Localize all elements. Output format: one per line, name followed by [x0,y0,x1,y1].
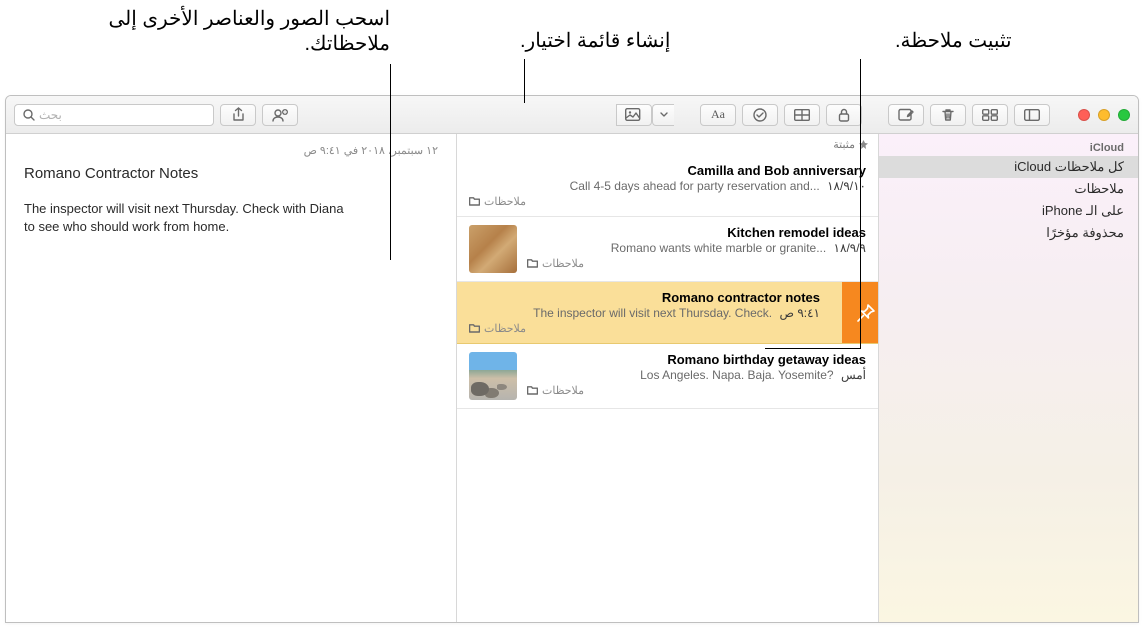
folder-icon [469,324,480,333]
note-title: Kitchen remodel ideas [527,225,866,240]
note-row[interactable]: Romano birthday getaway ideas أمس Los An… [457,344,878,409]
callout-checklist-line [524,59,525,103]
search-field[interactable]: بحث [14,104,214,126]
note-timestamp: ١٢ سبتمبر، ٢٠١٨ في ٩:٤١ ص [24,144,438,157]
media-group [616,104,674,126]
callout-drag-line [390,64,391,260]
callouts-layer: اسحب الصور والعناصر الأخرى إلى ملاحظاتك.… [0,0,1144,95]
note-thumbnail [469,352,517,400]
folder-icon [527,386,538,395]
add-media-button[interactable] [616,104,652,126]
search-placeholder: بحث [39,108,62,122]
callout-pin-line [860,59,861,349]
sidebar-heading: iCloud [879,138,1138,156]
note-folder: ملاحظات [469,195,866,208]
note-title: Romano birthday getaway ideas [527,352,866,367]
notes-list: مثبتة Camilla and Bob anniversary ١٨/٩/١… [456,134,878,622]
sidebar-item-on-iphone[interactable]: على الـ iPhone [879,200,1138,222]
note-folder: ملاحظات [469,322,820,335]
add-people-button[interactable] [262,104,298,126]
titlebar: Aa بحث [6,96,1138,134]
note-folder: ملاحظات [527,257,866,270]
sidebar-item-trash[interactable]: محذوفة مؤخرًا [879,222,1138,244]
toggle-sidebar-button[interactable] [1014,104,1050,126]
window-body: iCloud كل ملاحظات iCloud ملاحظات على الـ… [6,134,1138,622]
delete-note-button[interactable] [930,104,966,126]
callout-pin: تثبيت ملاحظة. [895,28,1012,53]
note-row-selected[interactable]: Romano contractor notes ٩:٤١ ص The inspe… [457,282,878,344]
note-snippet-line: ٩:٤١ ص The inspector will visit next Thu… [469,306,820,320]
note-editor-body: The inspector will visit next Thursday. … [24,200,344,236]
note-row[interactable]: Kitchen remodel ideas ١٨/٩/٩ Romano want… [457,217,878,282]
callout-pin-hline [765,348,861,349]
note-folder: ملاحظات [527,384,866,397]
note-snippet-line: ١٨/٩/١٠ Call 4-5 days ahead for party re… [469,179,866,193]
sidebar-item-notes[interactable]: ملاحظات [879,178,1138,200]
view-mode-button[interactable] [972,104,1008,126]
folder-icon [469,197,480,206]
callout-checklist: إنشاء قائمة اختيار. [520,28,670,53]
note-title: Camilla and Bob anniversary [469,163,866,178]
folders-sidebar: iCloud كل ملاحظات iCloud ملاحظات على الـ… [878,134,1138,622]
media-menu-chevron[interactable] [652,104,674,126]
sidebar-item-all-icloud[interactable]: كل ملاحظات iCloud [879,156,1138,178]
zoom-window-button[interactable] [1118,109,1130,121]
pin-icon [855,302,877,324]
search-icon [23,109,35,121]
note-snippet-line: ١٨/٩/٩ Romano wants white marble or gran… [527,241,866,255]
share-button[interactable] [220,104,256,126]
checklist-button[interactable] [742,104,778,126]
folder-icon [527,259,538,268]
new-note-button[interactable] [888,104,924,126]
lock-note-button[interactable] [826,104,862,126]
close-window-button[interactable] [1078,109,1090,121]
table-button[interactable] [784,104,820,126]
note-thumbnail [469,225,517,273]
app-window: Aa بحث iCloud كل ملاحظات iCloud [5,95,1139,623]
note-title: Romano contractor notes [469,290,820,305]
callout-drag: اسحب الصور والعناصر الأخرى إلى ملاحظاتك. [100,6,390,56]
note-editor[interactable]: ١٢ سبتمبر، ٢٠١٨ في ٩:٤١ ص Romano Contrac… [6,134,456,622]
window-controls [1078,109,1130,121]
note-editor-title: Romano Contractor Notes [24,165,438,182]
minimize-window-button[interactable] [1098,109,1110,121]
pinned-section-header: مثبتة [457,134,878,155]
format-button[interactable]: Aa [700,104,736,126]
note-row[interactable]: Camilla and Bob anniversary ١٨/٩/١٠ Call… [457,155,878,217]
note-snippet-line: أمس Los Angeles. Napa. Baja. Yosemite? [527,368,866,382]
